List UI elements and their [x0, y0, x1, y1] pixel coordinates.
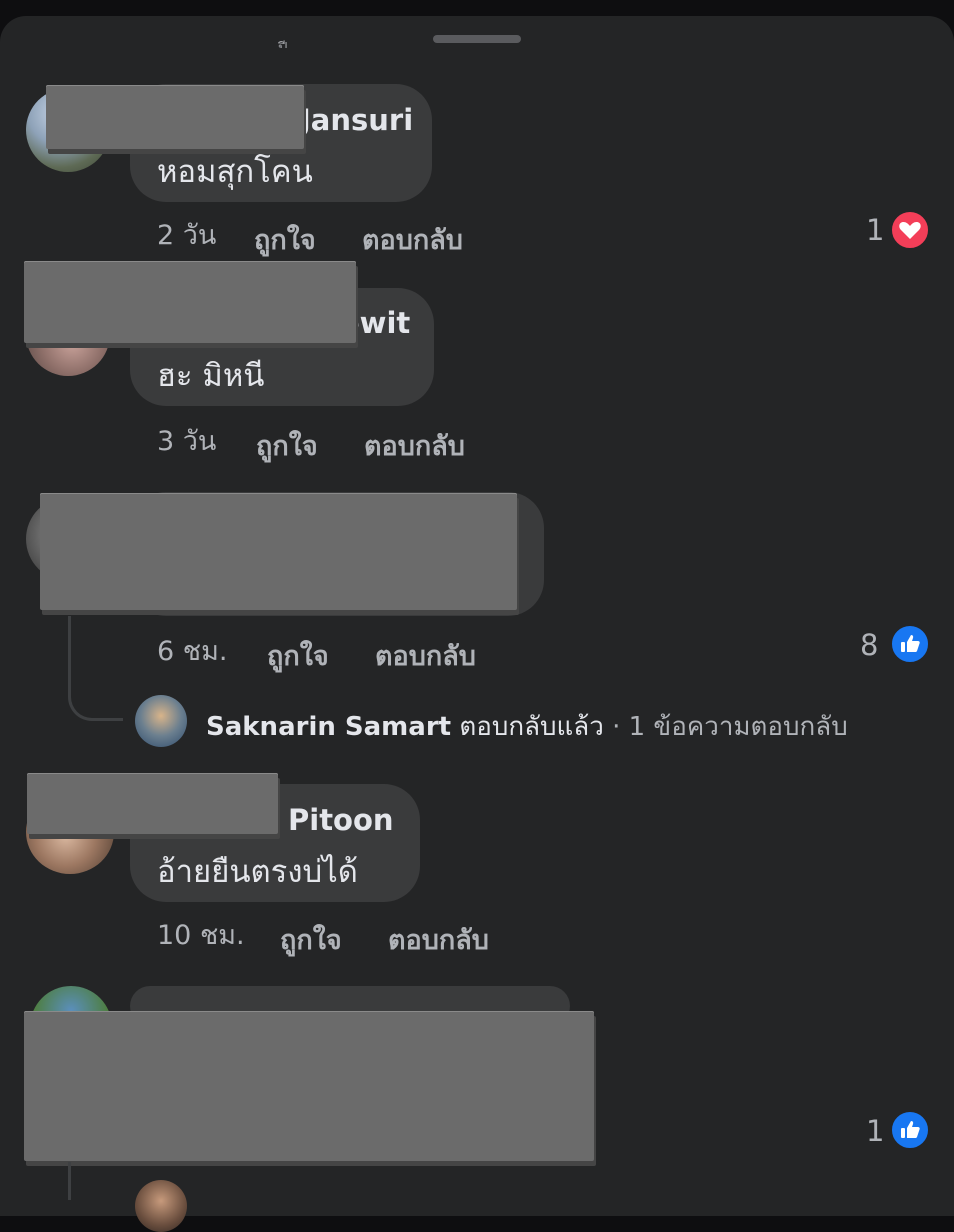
redaction-box: [40, 493, 517, 610]
avatar[interactable]: [135, 1180, 187, 1232]
like-icon[interactable]: [890, 624, 930, 664]
drag-handle[interactable]: [433, 35, 521, 43]
like-button[interactable]: ถูกใจ: [280, 918, 342, 961]
commenter-name[interactable]: Pitoon: [288, 803, 394, 837]
heart-icon[interactable]: [890, 210, 930, 250]
separator-dot: ·: [612, 712, 621, 742]
reply-button[interactable]: ตอบกลับ: [375, 634, 476, 677]
heart-glyph: [899, 222, 921, 239]
thumbs-up-glyph: [901, 635, 920, 652]
like-button[interactable]: ถูกใจ: [256, 424, 318, 467]
reply-thread-line: [68, 616, 123, 721]
reply-thread-line: [68, 1162, 123, 1200]
avatar[interactable]: [135, 695, 187, 747]
reaction-count[interactable]: 1: [866, 1114, 884, 1148]
reply-button[interactable]: ตอบกลับ: [388, 918, 489, 961]
reply-action: ตอบกลับแล้ว: [459, 712, 604, 742]
like-button[interactable]: ถูกใจ: [254, 218, 316, 261]
redaction-box: [27, 773, 278, 834]
thumbs-up-glyph: [901, 1121, 920, 1138]
reply-button[interactable]: ตอบกลับ: [362, 218, 463, 261]
comment-time: 3 วัน: [157, 426, 217, 457]
comment-text: หอมสุกโคน: [157, 154, 313, 190]
redaction-box: [46, 85, 304, 149]
reaction-count[interactable]: 8: [860, 628, 878, 662]
comment-text: ฮะ มิหนี: [157, 358, 265, 394]
replier-name: Saknarin Samart: [206, 712, 452, 742]
redaction-box: [24, 261, 356, 343]
reply-count: 1 ข้อความตอบกลับ: [628, 712, 848, 742]
commenter-name[interactable]: Jansuri: [300, 103, 413, 137]
comment-time: 10 ชม.: [157, 920, 245, 951]
comment-time: 2 วัน: [157, 220, 217, 251]
comment-time: 6 ชม.: [157, 636, 228, 667]
redaction-box: [24, 1011, 594, 1161]
reply-button[interactable]: ตอบกลับ: [364, 424, 465, 467]
clipped-header-text: ปี: [278, 39, 288, 48]
comment-text: อ้ายยืนตรงบ่ได้: [157, 854, 358, 890]
like-icon[interactable]: [890, 1110, 930, 1150]
view-replies-link[interactable]: Saknarin Samart ตอบกลับแล้ว · 1 ข้อความต…: [206, 706, 848, 747]
reaction-count[interactable]: 1: [866, 213, 884, 247]
like-button[interactable]: ถูกใจ: [267, 634, 329, 677]
